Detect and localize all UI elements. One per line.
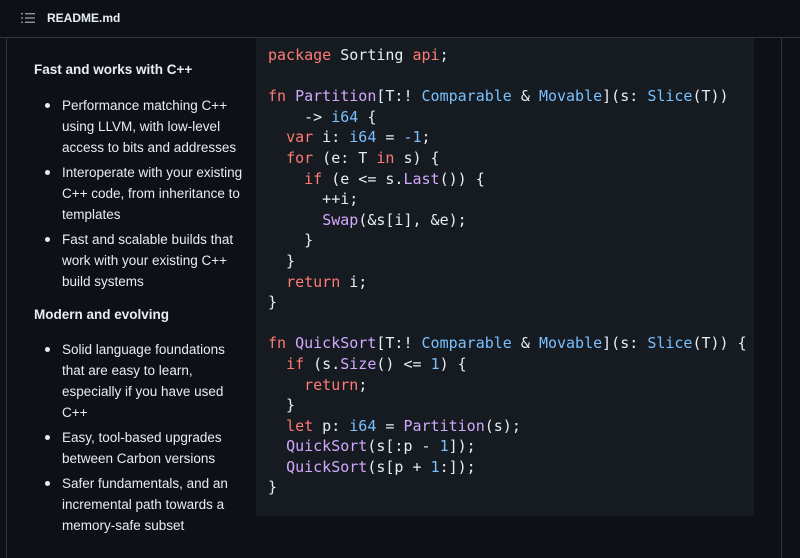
code-line: Swap(&s[i], &e);: [322, 210, 467, 229]
code-line: }: [268, 251, 296, 270]
code-line: fn Partition[T:! Comparable & Movable](s…: [268, 87, 729, 106]
list-item: Easy, tool-based upgrades between Carbon…: [45, 427, 250, 469]
bullet-list: Performance matching C++ using LLVM, wit…: [45, 95, 250, 296]
code-line: ++i;: [268, 190, 359, 209]
list-item: Interoperate with your existing C++ code…: [45, 162, 250, 225]
code-line: QuickSort(s[p + 1:]);: [286, 457, 476, 476]
code-line: package Sorting api;: [268, 46, 449, 64]
code-line: if (e <= s.Last()) {: [304, 169, 485, 188]
code-line: }: [268, 293, 278, 312]
code-line: return i;: [286, 272, 368, 291]
list-item: Fast and scalable builds that work with …: [45, 229, 250, 292]
code-line: -> i64 {: [268, 107, 377, 126]
code-line: for (e: T in s) {: [286, 148, 440, 167]
code-line: }: [268, 231, 314, 250]
list-item: Solid language foundations that are easy…: [45, 339, 250, 423]
code-line: }: [268, 478, 278, 497]
code-block: package Sorting api; fn Partition[T:! Co…: [256, 38, 754, 516]
code-line: QuickSort(s[:p - 1]);: [286, 437, 476, 456]
file-name: README.md: [47, 11, 121, 25]
list-item: Performance matching C++ using LLVM, wit…: [45, 95, 250, 158]
bullet-list: Solid language foundations that are easy…: [45, 339, 250, 540]
section-title: Modern and evolving: [34, 307, 170, 322]
list-item: Safer fundamentals, and an incremental p…: [45, 473, 250, 536]
readme-header: README.md: [0, 0, 800, 38]
code-line: fn QuickSort[T:! Comparable & Movable](s…: [268, 334, 747, 353]
list-unordered-icon[interactable]: [21, 12, 35, 24]
code-line: var i: i64 = -1;: [286, 128, 431, 147]
code-line: let p: i64 = Partition(s);: [286, 416, 521, 435]
section-title: Fast and works with C++: [34, 62, 193, 77]
features-column: Fast and works with C++ Performance matc…: [7, 38, 262, 558]
code-line: return;: [304, 375, 368, 394]
code-line: }: [268, 396, 296, 415]
code-line: if (s.Size() <= 1) {: [286, 354, 467, 373]
code-text: package Sorting api; fn Partition[T:! Co…: [268, 45, 747, 498]
readme-content: Fast and works with C++ Performance matc…: [6, 38, 782, 558]
